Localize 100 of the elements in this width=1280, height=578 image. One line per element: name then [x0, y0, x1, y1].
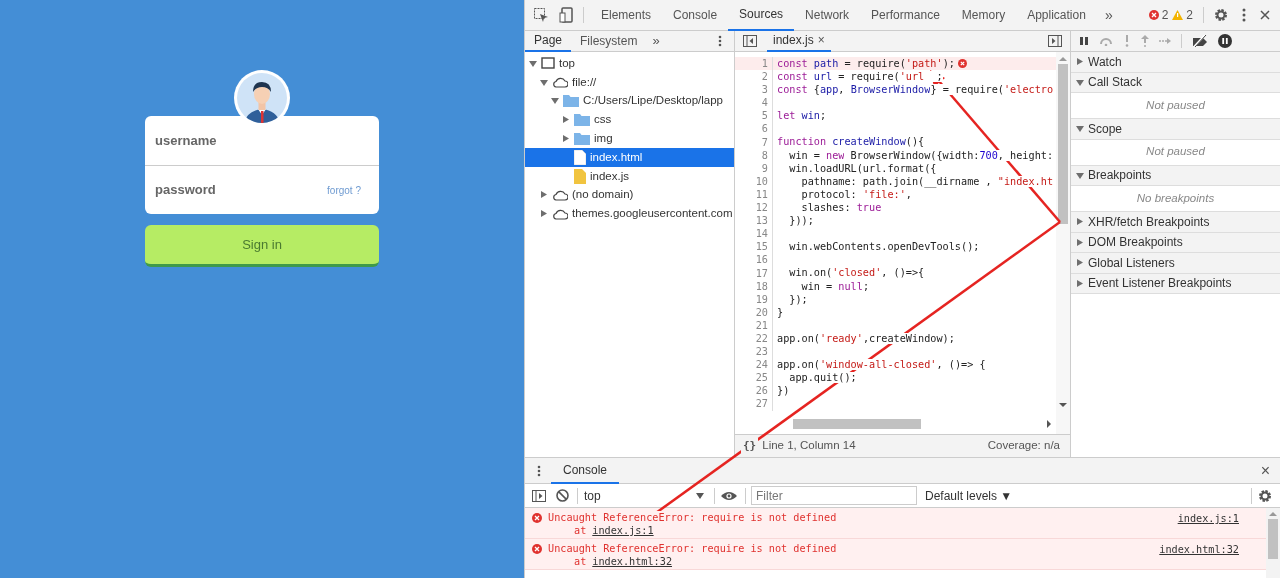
tree-item[interactable]: index.js — [525, 166, 734, 186]
pretty-print-button[interactable]: {} — [741, 437, 759, 455]
close-icon[interactable] — [1260, 10, 1270, 20]
scroll-up-icon[interactable] — [1269, 511, 1277, 517]
tree-item[interactable]: img — [525, 129, 734, 148]
cloud-icon — [552, 207, 568, 220]
section-header[interactable]: XHR/fetch Breakpoints — [1071, 212, 1280, 233]
more-tabs-button[interactable]: » — [1096, 4, 1121, 26]
navigator-tab[interactable]: Page — [525, 30, 572, 52]
filter-field[interactable]: Filter — [751, 486, 917, 505]
tree-item[interactable]: top — [525, 54, 734, 73]
console-tab[interactable]: Console — [551, 457, 620, 484]
section-header[interactable]: DOM Breakpoints — [1071, 232, 1280, 253]
line-number: 5 — [735, 109, 773, 123]
navigator-tab[interactable]: Filesystem — [571, 30, 647, 52]
sidebar-toggle-icon[interactable] — [1048, 35, 1062, 47]
code-line: const {app, BrowserWindow} = require('electro — [776, 83, 1054, 98]
more-icon[interactable] — [718, 35, 722, 47]
clear-icon[interactable] — [556, 489, 569, 502]
more-tabs-button[interactable]: » — [646, 31, 666, 51]
panel-tab[interactable]: Elements — [590, 0, 663, 31]
section-header[interactable]: Global Listeners — [1071, 253, 1280, 274]
line-number: 9 — [735, 161, 773, 175]
error-message: Uncaught ReferenceError: require is not defined — [548, 511, 837, 524]
line-number: 2 — [735, 70, 773, 84]
levels-dropdown[interactable]: Default levels ▼ — [925, 486, 1013, 505]
warning-count: 2 — [1186, 7, 1193, 24]
line-number: 17 — [735, 266, 773, 280]
code-line: win.on('closed', ()=>{ — [773, 265, 925, 281]
sign-in-button[interactable]: Sign in — [145, 225, 379, 267]
expand-arrow-icon — [1076, 124, 1084, 134]
source-link[interactable]: index.html:32 — [592, 555, 672, 568]
coverage-status: Coverage: n/a — [987, 438, 1060, 454]
context-dropdown[interactable]: top — [584, 486, 708, 505]
line-number: 26 — [735, 384, 773, 398]
panel-tab[interactable]: Console — [662, 0, 729, 31]
source-link[interactable]: index.js:1 — [1177, 511, 1239, 527]
close-button[interactable]: × — [1260, 458, 1270, 483]
source-link[interactable]: index.html:32 — [1159, 542, 1239, 558]
tree-item[interactable]: themes.googleusercontent.com — [525, 204, 734, 224]
expand-arrow-icon — [1076, 77, 1084, 87]
pause-on-exceptions-icon[interactable] — [1218, 34, 1232, 48]
warning-icon — [1172, 10, 1184, 20]
line-number: 12 — [735, 201, 773, 215]
more-icon[interactable] — [537, 464, 541, 477]
close-tab-button[interactable]: × — [817, 31, 825, 49]
tree-item[interactable]: file:// — [525, 72, 734, 92]
panel-tab[interactable]: Network — [794, 0, 861, 31]
cloud-icon — [552, 188, 568, 201]
empty-message: Not paused — [1071, 139, 1280, 166]
line-number: 24 — [735, 358, 773, 372]
file-icon — [574, 149, 586, 165]
code-line: protocol: 'file:', — [773, 186, 912, 203]
section-header[interactable]: Breakpoints — [1071, 165, 1280, 186]
scrollbar-thumb[interactable] — [1058, 64, 1068, 224]
line-number: 20 — [735, 305, 773, 319]
deactivate-breakpoints-icon[interactable] — [1192, 35, 1208, 47]
section-header[interactable]: Call Stack — [1071, 72, 1280, 93]
line-number: 27 — [735, 397, 773, 411]
error-icon — [532, 544, 542, 554]
username-field[interactable]: username — [145, 116, 379, 166]
scrollbar-thumb[interactable] — [1268, 519, 1278, 559]
code-line: app.on('window-all-closed', ()=> { — [776, 358, 986, 373]
tree-item[interactable]: index.html — [525, 148, 734, 167]
source-link[interactable]: index.js:1 — [592, 524, 654, 537]
settings-icon[interactable] — [1258, 488, 1272, 503]
sidebar-toggle-icon[interactable] — [532, 489, 546, 502]
section-header[interactable]: Event Listener Breakpoints — [1071, 273, 1280, 294]
message-text: at — [574, 524, 587, 537]
collapse-arrow-icon — [1076, 57, 1084, 67]
panel-tab[interactable]: Application — [1016, 0, 1097, 31]
line-number: 11 — [735, 187, 773, 202]
error-message: Uncaught ReferenceError: require is not defined — [548, 542, 837, 555]
settings-icon[interactable] — [1214, 8, 1228, 22]
line-number: 13 — [735, 214, 773, 228]
eye-icon[interactable] — [721, 490, 737, 501]
line-number: 3 — [735, 83, 773, 97]
tree-item[interactable]: css — [525, 110, 734, 130]
scroll-up-icon[interactable] — [1059, 56, 1067, 62]
scrollbar-thumb[interactable] — [793, 419, 921, 429]
line-number: 25 — [735, 371, 773, 385]
more-icon[interactable] — [1242, 8, 1246, 22]
line-number: 14 — [735, 227, 773, 241]
tree-item[interactable]: C:/Users/Lipe/Desktop/lapp — [525, 91, 734, 111]
scroll-right-icon[interactable] — [1046, 420, 1052, 428]
scroll-down-icon[interactable] — [1059, 402, 1067, 408]
line-number: 10 — [735, 174, 773, 188]
pause-icon[interactable] — [1079, 36, 1089, 46]
code-line: win = null; — [773, 278, 870, 294]
tree-item[interactable]: (no domain) — [525, 185, 734, 205]
inspect-icon[interactable] — [533, 7, 549, 23]
panel-tab[interactable]: Memory — [950, 0, 1017, 31]
section-header[interactable]: Scope — [1071, 119, 1280, 140]
sidebar-toggle-icon[interactable] — [743, 35, 757, 47]
folder-icon — [574, 113, 590, 127]
panel-tab[interactable]: Performance — [860, 0, 951, 31]
device-icon[interactable] — [559, 7, 573, 23]
line-number: 15 — [735, 240, 773, 254]
section-header[interactable]: Watch — [1071, 52, 1280, 73]
message-text: at — [574, 555, 587, 568]
